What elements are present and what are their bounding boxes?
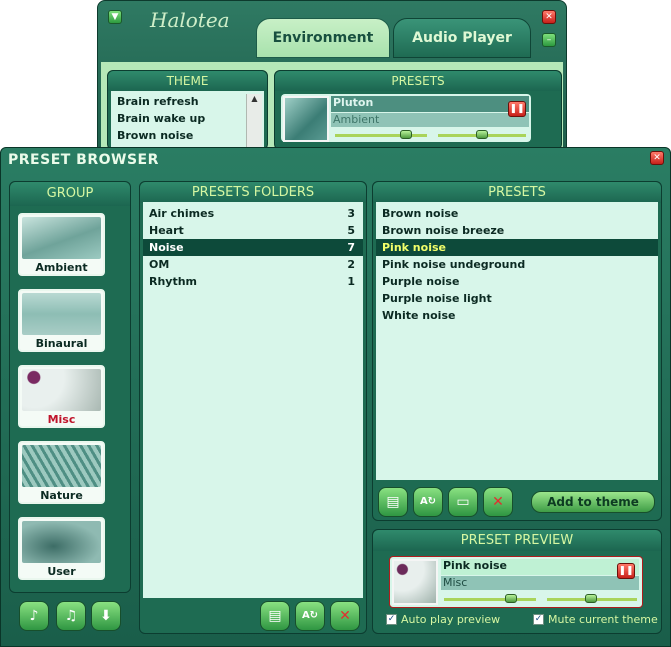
preview-thumbnail: [392, 559, 438, 605]
folder-item-selected[interactable]: Noise 7: [143, 239, 363, 256]
close-app-button[interactable]: ✕: [542, 10, 556, 24]
mute-theme-label: Mute current theme: [548, 613, 658, 626]
theme-item[interactable]: Brain wake up: [111, 110, 264, 127]
new-preset-button[interactable]: ▤: [378, 487, 408, 517]
preset-name: Pluton: [331, 96, 529, 112]
music-note-icon: ♪: [29, 608, 39, 624]
double-note-icon: ♫: [64, 608, 78, 624]
theme-item[interactable]: Brain refresh: [111, 93, 264, 110]
preset-item[interactable]: Brown noise breeze: [376, 222, 658, 239]
mute-theme-checkbox[interactable]: ✓: [533, 614, 544, 625]
auto-play-label: Auto play preview: [401, 613, 501, 626]
new-folder-button[interactable]: ▤: [260, 601, 290, 631]
folder-item[interactable]: Heart 5: [143, 222, 363, 239]
rename-icon: ▭: [456, 494, 470, 510]
group-nature[interactable]: Nature: [18, 441, 105, 504]
delete-folder-button[interactable]: ✕: [330, 601, 360, 631]
rename-preset-button[interactable]: ▭: [448, 487, 478, 517]
group-ambient[interactable]: Ambient: [18, 213, 105, 276]
new-document-icon: ▤: [268, 608, 282, 624]
sort-az-icon: A↻: [301, 610, 319, 621]
auto-play-checkbox[interactable]: ✓: [386, 614, 397, 625]
folder-item[interactable]: OM 2: [143, 256, 363, 273]
preset-group: Ambient: [331, 113, 529, 127]
pause-button[interactable]: ❚❚: [508, 101, 526, 117]
add-music-button[interactable]: ♪: [19, 601, 49, 631]
sort-az-icon: A↻: [419, 496, 437, 507]
scroll-up-icon[interactable]: ▲: [247, 94, 262, 103]
folder-name: OM: [149, 258, 170, 271]
group-binaural[interactable]: Binaural: [18, 289, 105, 352]
folder-count: 5: [347, 224, 355, 237]
folder-item[interactable]: Air chimes 3: [143, 205, 363, 222]
nature-thumbnail: [22, 445, 101, 487]
new-document-icon: ▤: [386, 494, 400, 510]
preview-group: Misc: [441, 576, 639, 590]
ambient-thumbnail: [22, 217, 101, 259]
window-title: PRESET BROWSER: [8, 152, 159, 168]
misc-thumbnail: [22, 369, 101, 411]
theme-header: THEME: [108, 71, 267, 91]
preview-volume-knob[interactable]: [505, 594, 517, 603]
tab-audio-player[interactable]: Audio Player: [393, 18, 531, 58]
menu-button[interactable]: ▼: [108, 10, 122, 24]
folder-name: Rhythm: [149, 275, 198, 288]
delete-x-icon: ✕: [339, 608, 351, 624]
volume-slider[interactable]: [335, 134, 427, 137]
download-icon: ⬇: [100, 608, 112, 624]
preset-item-selected[interactable]: Pink noise: [376, 239, 658, 256]
preview-pause-button[interactable]: ❚❚: [617, 563, 635, 579]
preset-thumbnail: [283, 96, 329, 142]
group-header: GROUP: [10, 182, 130, 206]
folder-count: 7: [347, 241, 355, 254]
preset-item[interactable]: White noise: [376, 307, 658, 324]
preview-header: PRESET PREVIEW: [373, 530, 661, 551]
add-to-theme-button[interactable]: Add to theme: [531, 491, 655, 513]
minimize-button[interactable]: –: [542, 33, 556, 47]
music-folder-button[interactable]: ♫: [56, 601, 86, 631]
group-label: Nature: [40, 489, 83, 502]
theme-scrollbar[interactable]: ▲: [246, 94, 262, 149]
volume-slider-knob[interactable]: [400, 130, 412, 139]
preview-name: Pink noise: [441, 559, 639, 575]
presets-header: PRESETS: [373, 182, 661, 203]
preview-balance-knob[interactable]: [585, 594, 597, 603]
preset-item[interactable]: Purple noise light: [376, 290, 658, 307]
folders-header: PRESETS FOLDERS: [140, 182, 366, 203]
group-label: Misc: [47, 413, 76, 426]
app-logo: Halotea: [150, 8, 230, 32]
folder-count: 2: [347, 258, 355, 271]
theme-item[interactable]: Brown noise: [111, 127, 264, 144]
folder-name: Air chimes: [149, 207, 215, 220]
delete-preset-button[interactable]: ✕: [483, 487, 513, 517]
tab-environment[interactable]: Environment: [256, 18, 390, 58]
group-label: Binaural: [35, 337, 88, 350]
folder-name: Heart: [149, 224, 184, 237]
folders-list: Air chimes 3 Heart 5 Noise 7 OM 2 Rhythm 1: [143, 202, 363, 598]
group-label: Ambient: [35, 261, 88, 274]
group-user[interactable]: User: [18, 517, 105, 580]
folder-item[interactable]: Rhythm 1: [143, 273, 363, 290]
preview-volume-slider[interactable]: [444, 598, 536, 601]
balance-slider-knob[interactable]: [476, 130, 488, 139]
group-label: User: [47, 565, 76, 578]
close-browser-button[interactable]: ✕: [650, 151, 664, 165]
binaural-thumbnail: [22, 293, 101, 335]
delete-x-icon: ✕: [492, 494, 504, 510]
folder-name: Noise: [149, 241, 184, 254]
theme-panel: THEME Brain refresh Brain wake up Brown …: [107, 70, 268, 151]
sort-presets-button[interactable]: A↻: [413, 487, 443, 517]
preset-item[interactable]: Brown noise: [376, 205, 658, 222]
group-misc[interactable]: Misc: [18, 365, 105, 428]
folder-count: 1: [347, 275, 355, 288]
presets-header-back: PRESETS: [275, 71, 561, 91]
user-thumbnail: [22, 521, 101, 563]
sort-folders-button[interactable]: A↻: [295, 601, 325, 631]
folder-count: 3: [347, 207, 355, 220]
presets-list: Brown noise Brown noise breeze Pink nois…: [376, 202, 658, 480]
preset-item[interactable]: Purple noise: [376, 273, 658, 290]
preset-item[interactable]: Pink noise undeground: [376, 256, 658, 273]
download-button[interactable]: ⬇: [91, 601, 121, 631]
